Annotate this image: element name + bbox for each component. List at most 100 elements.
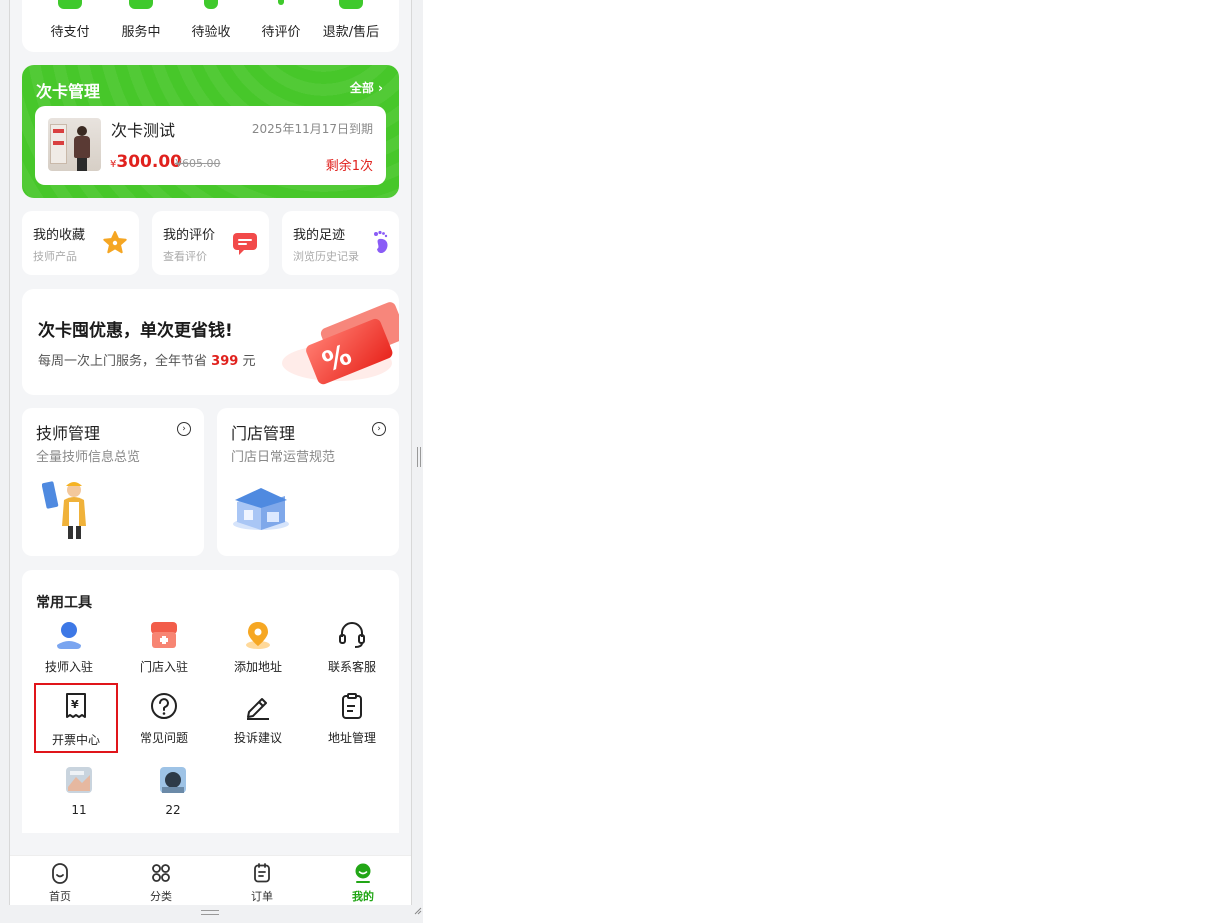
tab-category[interactable]: 分类 (111, 856, 211, 905)
tool-label: 添加地址 (233, 660, 282, 674)
edit-icon (247, 698, 269, 720)
app-frame: 待支付 服务中 待验收 待评价 退款/售后 次卡管理 全部 › 次卡测试 202… (0, 0, 423, 923)
tool-invoice-center[interactable]: ¥ 开票中心 (34, 683, 118, 753)
shortcut-title: 我的足迹 (293, 228, 346, 243)
tool-item-22[interactable]: 22 (133, 765, 213, 829)
tool-label: 投诉建议 (233, 731, 282, 745)
tool-label: 技师入驻 (44, 660, 93, 674)
tool-label: 地址管理 (327, 731, 376, 745)
card-price: ¥300.00 (110, 152, 182, 172)
order-icon (254, 863, 270, 883)
original-price: ¥605.00 (175, 157, 221, 170)
tool-label: 开票中心 (51, 733, 100, 747)
home-icon (52, 863, 68, 884)
shortcut-reviews[interactable]: 我的评价 查看评价 (152, 211, 269, 275)
card-name: 次卡测试 (111, 121, 176, 140)
person-body (74, 136, 90, 158)
mgmt-subtitle: 全量技师信息总览 (36, 450, 141, 465)
order-item-label: 待支付 (50, 25, 90, 40)
order-item-label: 服务中 (121, 25, 161, 40)
shortcut-subtitle: 技师产品 (33, 250, 77, 263)
svg-text:¥: ¥ (71, 698, 79, 711)
chevron-circle-right-icon: › (177, 422, 191, 436)
tab-orders[interactable]: 订单 (212, 856, 312, 905)
order-item-label: 退款/售后 (322, 25, 380, 40)
view-all-link[interactable]: 全部 › (350, 79, 383, 96)
tool-item-11[interactable]: 11 (39, 765, 119, 829)
shortcut-subtitle: 浏览历史记录 (293, 250, 359, 263)
shortcut-favorites[interactable]: 我的收藏 技师产品 (22, 211, 139, 275)
technician-icon (57, 622, 81, 649)
tool-label: 门店入驻 (139, 660, 188, 674)
person-head (77, 126, 87, 136)
tools-title: 常用工具 (36, 595, 92, 611)
promo-desc-suffix: 元 (242, 354, 256, 369)
bottom-tab-bar: 首页 分类 订单 我的 (10, 855, 411, 905)
invoice-icon: ¥ (66, 693, 86, 718)
tool-label: 22 (165, 803, 181, 817)
card-management-title: 次卡管理 (36, 82, 101, 101)
order-refund[interactable]: 退款/售后 (316, 0, 386, 52)
mgmt-title: 技师管理 (36, 424, 101, 443)
order-icon-fragment (278, 0, 284, 5)
shelf-shape (50, 124, 67, 164)
star-icon (103, 231, 127, 254)
headset-icon (339, 622, 365, 648)
chevron-circle-right-icon: › (372, 422, 386, 436)
tool-contact-service[interactable]: 联系客服 (312, 620, 392, 684)
footprint-icon (374, 230, 388, 254)
card-item[interactable]: 次卡测试 2025年11月17日到期 ¥300.00 ¥605.00 剩余1次 (35, 106, 386, 185)
shortcut-title: 我的收藏 (33, 228, 86, 243)
technician-management-card[interactable]: 技师管理 › 全量技师信息总览 (22, 408, 204, 556)
tool-add-address[interactable]: 添加地址 (218, 620, 298, 684)
bottom-resize-grip[interactable] (201, 910, 219, 915)
tool-faq[interactable]: 常见问题 (124, 691, 204, 755)
mgmt-subtitle: 门店日常运营规范 (231, 450, 336, 465)
tool-technician-join[interactable]: 技师入驻 (29, 620, 109, 684)
technician-illustration-icon (42, 481, 86, 539)
tab-home[interactable]: 首页 (10, 856, 110, 905)
promo-description: 每周一次上门服务，全年节省 399 元 (38, 350, 255, 369)
order-status-bar: 待支付 服务中 待验收 待评价 退款/售后 (22, 0, 399, 52)
store-join-icon (151, 622, 177, 648)
order-icon-fragment (129, 0, 153, 9)
order-pending-review[interactable]: 待评价 (246, 0, 316, 52)
promo-amount: 399 (211, 354, 239, 369)
promo-banner[interactable]: 次卡囤优惠，单次更省钱! 每周一次上门服务，全年节省 399 元 % (22, 289, 399, 395)
price-value: 300.00 (116, 152, 182, 172)
resize-corner-icon[interactable] (413, 906, 422, 915)
tool-label: 11 (71, 803, 87, 817)
tab-profile[interactable]: 我的 (313, 856, 411, 905)
tab-label: 我的 (352, 890, 374, 903)
question-icon (151, 693, 177, 719)
order-pending-payment[interactable]: 待支付 (35, 0, 105, 52)
order-in-service[interactable]: 服务中 (106, 0, 176, 52)
order-pending-check[interactable]: 待验收 (176, 0, 246, 52)
comment-icon (233, 233, 257, 255)
card-thumbnail (48, 118, 101, 171)
tool-store-join[interactable]: 门店入驻 (124, 620, 204, 684)
tool-complaint[interactable]: 投诉建议 (218, 691, 298, 755)
person-figure (73, 126, 91, 171)
profile-icon (355, 863, 371, 883)
store-management-card[interactable]: 门店管理 › 门店日常运营规范 (217, 408, 399, 556)
location-icon (246, 622, 270, 649)
splitter-handle[interactable] (417, 447, 421, 467)
tool-label: 联系客服 (327, 660, 376, 674)
tool-address-management[interactable]: 地址管理 (312, 691, 392, 755)
category-icon (152, 864, 170, 882)
chevron-right-icon: › (378, 81, 383, 95)
remaining-count: 剩余1次 (325, 159, 373, 174)
order-icon-fragment (204, 0, 218, 9)
promo-headline: 次卡囤优惠，单次更省钱! (38, 321, 233, 341)
order-icon-fragment (58, 0, 82, 9)
shortcut-history[interactable]: 我的足迹 浏览历史记录 (282, 211, 399, 275)
tab-label: 订单 (251, 890, 273, 903)
card-management-panel: 次卡管理 全部 › 次卡测试 2025年11月17日到期 ¥300.00 ¥60… (22, 65, 399, 198)
mobile-viewport: 待支付 服务中 待验收 待评价 退款/售后 次卡管理 全部 › 次卡测试 202… (9, 0, 412, 905)
tab-label: 首页 (49, 890, 71, 903)
card-expiry: 2025年11月17日到期 (251, 122, 373, 136)
order-item-label: 待验收 (191, 25, 231, 40)
thumbnail-icon (160, 767, 186, 793)
promo-desc-prefix: 每周一次上门服务，全年节省 (38, 354, 208, 369)
